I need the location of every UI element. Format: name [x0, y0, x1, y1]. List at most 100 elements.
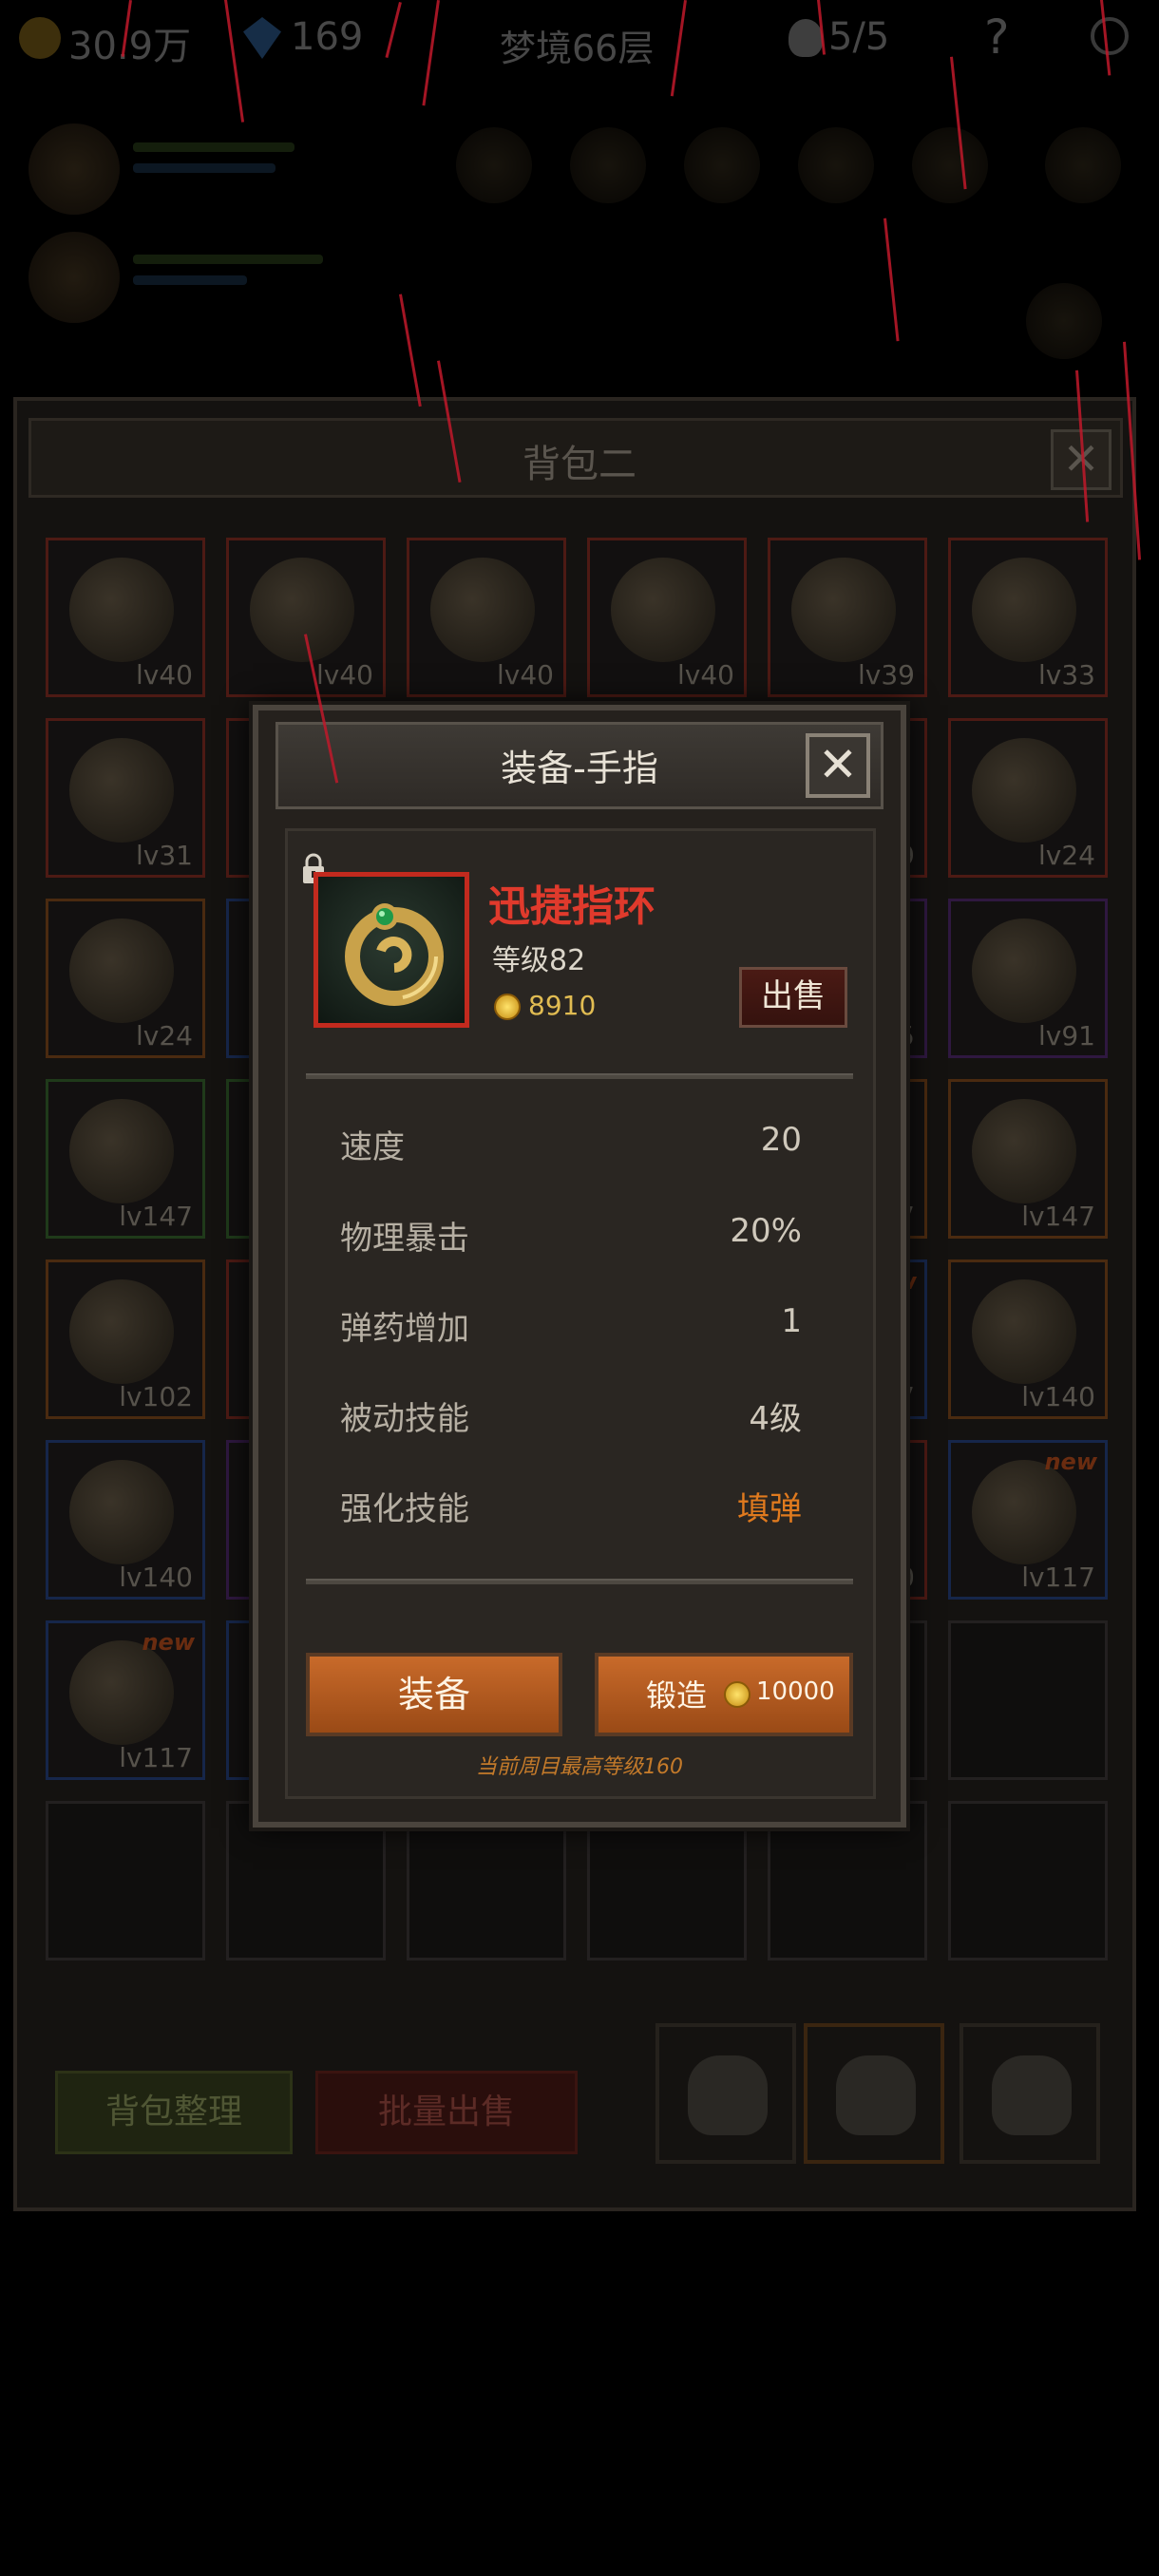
bag-slot[interactable]: lv24 — [46, 899, 205, 1058]
coin-icon — [19, 17, 61, 59]
hero-hp-bar — [133, 142, 294, 152]
bag-slot[interactable]: lv40 — [587, 538, 747, 697]
equipment-icon — [69, 1640, 174, 1745]
ring-icon — [345, 903, 444, 1006]
skill-icon — [570, 127, 646, 203]
skull-icon — [788, 19, 823, 57]
slot-level: lv40 — [677, 659, 734, 691]
boss-icon — [1026, 283, 1102, 359]
settings-icon[interactable] — [1091, 17, 1129, 55]
divider — [306, 1073, 853, 1079]
slot-level: lv40 — [497, 659, 554, 691]
dialog-title: 装备-手指 — [501, 748, 658, 789]
hero-row — [19, 226, 1159, 359]
equipment-icon — [69, 919, 174, 1023]
slot-level: lv140 — [119, 1562, 193, 1593]
gem-icon — [243, 17, 281, 59]
skill-icon — [1045, 127, 1121, 203]
bag-slot[interactable]: lv117 new — [948, 1440, 1108, 1600]
bag-slot[interactable]: lv102 — [46, 1260, 205, 1419]
bag-slot[interactable] — [948, 1801, 1108, 1960]
equipment-icon — [69, 558, 174, 662]
stat-label: 强化技能 — [340, 1490, 469, 1528]
max-level-hint: 当前周目最高等级160 — [476, 1755, 683, 1779]
bag-slot[interactable]: lv147 — [46, 1079, 205, 1239]
bag-slot[interactable]: lv40 — [46, 538, 205, 697]
bag-slot[interactable] — [46, 1801, 205, 1960]
bag-slot[interactable]: lv24 — [948, 718, 1108, 878]
slot-level: lv31 — [136, 840, 193, 871]
stat-label: 物理暴击 — [340, 1220, 469, 1258]
slot-level: lv102 — [119, 1381, 193, 1412]
item-name: 迅捷指环 — [488, 882, 656, 931]
bag-title: 背包二 — [522, 443, 636, 486]
hero-mp-bar — [133, 275, 247, 285]
bag-slot[interactable]: lv39 — [768, 538, 927, 697]
stat-value: 20 — [760, 1121, 802, 1159]
skill-icon — [798, 127, 874, 203]
equipment-icon — [69, 1460, 174, 1564]
coin-count: 30.9万 — [68, 25, 192, 68]
bag-icon — [836, 2055, 916, 2135]
slot-level: lv147 — [1021, 1201, 1095, 1232]
equipment-icon — [972, 919, 1076, 1023]
bag-slot[interactable]: lv33 — [948, 538, 1108, 697]
stat-label: 速度 — [340, 1128, 405, 1166]
equipment-icon — [972, 1099, 1076, 1203]
hero-mp-bar — [133, 163, 276, 173]
stat-value: 20% — [730, 1212, 802, 1250]
slot-level: lv40 — [316, 659, 373, 691]
coin-icon — [494, 994, 521, 1020]
dream-floor-label: 梦境66层 — [500, 28, 655, 69]
new-badge: new — [1044, 1449, 1097, 1475]
bag-slot[interactable]: lv140 — [46, 1440, 205, 1600]
slot-level: lv39 — [858, 659, 915, 691]
equipment-icon — [430, 558, 535, 662]
item-level: 等级82 — [492, 944, 586, 977]
slot-level: lv40 — [136, 659, 193, 691]
lives-count: 5/5 — [828, 15, 890, 59]
bag-slot[interactable]: lv40 — [226, 538, 386, 697]
equipment-icon — [972, 738, 1076, 843]
equipment-icon — [972, 1279, 1076, 1384]
slot-level: lv140 — [1021, 1381, 1095, 1412]
equipment-icon — [69, 1099, 174, 1203]
bag-tab-1[interactable] — [656, 2023, 796, 2164]
equip-button[interactable]: 装备 — [306, 1653, 562, 1736]
bag-tab-3[interactable] — [960, 2023, 1100, 2164]
bag-slot[interactable]: lv140 — [948, 1260, 1108, 1419]
hero-portrait — [28, 123, 120, 215]
stat-value: 1 — [781, 1302, 802, 1340]
bag-slot[interactable]: lv40 — [407, 538, 566, 697]
gem-count: 169 — [291, 15, 364, 59]
equipment-icon — [972, 1460, 1076, 1564]
slot-level: lv91 — [1038, 1020, 1095, 1051]
sort-bag-button[interactable]: 背包整理 — [55, 2071, 293, 2154]
new-badge: new — [142, 1629, 195, 1656]
divider — [306, 1579, 853, 1584]
hero-row — [19, 114, 1159, 228]
hero-hp-bar — [133, 255, 323, 264]
bag-slot[interactable]: lv31 — [46, 718, 205, 878]
help-button[interactable]: ? — [984, 9, 1010, 65]
skill-icon — [912, 127, 988, 203]
sell-button[interactable]: 出售 — [739, 967, 847, 1028]
top-hud: 30.9万 169 梦境66层 5/5 ? — [0, 0, 1159, 95]
slot-level: lv24 — [1038, 840, 1095, 871]
stat-value: 4级 — [749, 1400, 802, 1438]
equipment-icon — [69, 1279, 174, 1384]
bag-slot[interactable]: lv147 — [948, 1079, 1108, 1239]
item-price: 8910 — [528, 990, 597, 1021]
forge-label: 锻造 — [646, 1677, 708, 1714]
slot-level: lv24 — [136, 1020, 193, 1051]
stat-label: 弹药增加 — [340, 1310, 469, 1348]
equipment-icon — [791, 558, 896, 662]
bulk-sell-button[interactable]: 批量出售 — [315, 2071, 578, 2154]
equipment-icon — [611, 558, 715, 662]
bag-icon — [688, 2055, 768, 2135]
coin-icon — [724, 1681, 750, 1708]
equipment-icon — [250, 558, 354, 662]
bag-slot[interactable]: lv91 — [948, 899, 1108, 1058]
bag-tab-2[interactable] — [804, 2023, 944, 2164]
dialog-close-button[interactable]: ✕ — [806, 733, 870, 798]
